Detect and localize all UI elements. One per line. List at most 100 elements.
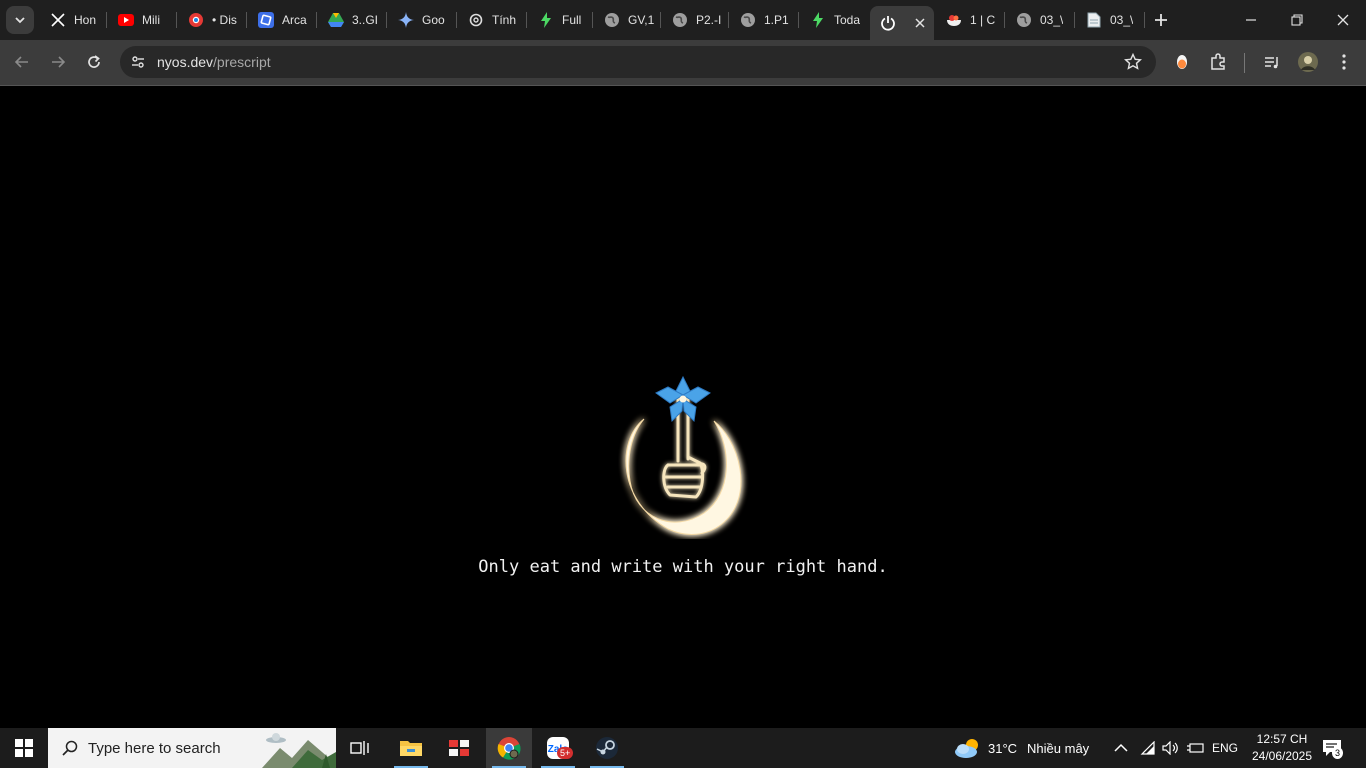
start-button[interactable] — [0, 728, 48, 768]
folder-icon — [400, 741, 422, 756]
profile-button[interactable] — [1294, 48, 1322, 76]
network-button[interactable] — [1140, 728, 1156, 768]
tab-5[interactable]: Goo — [388, 6, 456, 34]
minimize-icon — [1246, 19, 1256, 21]
show-hidden-icons-button[interactable] — [1114, 728, 1128, 768]
windows-logo-icon — [15, 739, 33, 757]
clock-date: 24/06/2025 — [1251, 749, 1313, 763]
tab-separator — [1074, 12, 1075, 28]
zalo-taskbar-button[interactable]: Zalo 5+ — [535, 728, 581, 768]
tab-separator — [798, 12, 799, 28]
tab-12-active[interactable] — [870, 6, 934, 40]
extensions-menu-button[interactable] — [1204, 48, 1232, 76]
drive-icon — [328, 12, 344, 28]
page-content: Only eat and write with your right hand. — [0, 87, 1366, 728]
clock-time: 12:57 CH — [1256, 732, 1308, 746]
tab-13[interactable]: 1 | C — [936, 6, 1004, 34]
chrome-menu-button[interactable] — [1330, 48, 1358, 76]
tab-0[interactable]: Hon — [40, 6, 106, 34]
globe-icon — [740, 12, 756, 28]
media-queue-icon — [1265, 57, 1278, 69]
extension-pill-icon — [1177, 55, 1187, 69]
minimize-button[interactable] — [1228, 0, 1274, 40]
wifi-icon — [1140, 741, 1155, 755]
task-view-button[interactable] — [337, 728, 383, 768]
input-language-button[interactable]: ENG — [1212, 728, 1238, 768]
taskbar-search-box[interactable]: Type here to search — [48, 728, 336, 768]
reload-icon — [88, 55, 100, 68]
tab-9[interactable]: P2.-I — [662, 6, 728, 34]
tab-7[interactable]: Full — [528, 6, 592, 34]
media-controls-button[interactable] — [1258, 48, 1286, 76]
tab-separator — [386, 12, 387, 28]
tab-2[interactable]: • Dis — [178, 6, 246, 34]
gemini-icon — [398, 12, 414, 28]
tab-10[interactable]: 1.P1 — [730, 6, 798, 34]
tab-strip: Hon Mili • Dis Arca 3..GI Goo Tính Full … — [0, 0, 1366, 40]
tab-1[interactable]: Mili — [108, 6, 176, 34]
kebab-menu-icon — [1342, 54, 1346, 70]
tab-4[interactable]: 3..GI — [318, 6, 386, 34]
tab-separator — [106, 12, 107, 28]
system-clock[interactable]: 12:57 CH 24/06/2025 — [1244, 731, 1320, 765]
chrome-taskbar-button[interactable] — [486, 728, 532, 768]
file-explorer-button[interactable] — [388, 728, 434, 768]
chrome-icon — [497, 737, 521, 760]
notification-count-badge: 3 — [1332, 747, 1344, 759]
toolbar-divider — [1244, 53, 1245, 73]
tab-close-button[interactable] — [912, 15, 928, 31]
arrow-right-icon — [52, 56, 66, 68]
extension-button[interactable] — [1168, 48, 1196, 76]
bookmark-star-icon[interactable] — [1123, 52, 1143, 71]
avatar — [1298, 52, 1318, 72]
close-icon — [1337, 14, 1349, 26]
tab-11[interactable]: Toda — [800, 6, 866, 34]
tab-6[interactable]: Tính — [458, 6, 526, 34]
new-tab-button[interactable] — [1150, 9, 1172, 31]
url-path: /prescript — [213, 54, 271, 70]
search-highlight-illustration-icon — [262, 733, 336, 768]
zalo-notification-badge: 5+ — [557, 747, 574, 759]
arrow-left-icon — [14, 56, 28, 68]
language-indicator: ENG — [1212, 741, 1239, 755]
x-logo-icon — [50, 12, 66, 28]
weather-widget[interactable]: 31°C Nhiều mây — [954, 728, 1089, 768]
tab-8[interactable]: GV,1 — [594, 6, 660, 34]
bolt-icon — [538, 12, 554, 28]
power-plug-icon — [1187, 743, 1204, 753]
tab-separator — [316, 12, 317, 28]
address-bar[interactable]: nyos.dev/prescript — [120, 46, 1156, 78]
openai-icon — [468, 12, 484, 28]
url-text[interactable]: nyos.dev/prescript — [157, 54, 271, 70]
action-center-button[interactable]: 3 — [1322, 728, 1344, 768]
globe-icon — [604, 12, 620, 28]
speaker-icon — [1162, 741, 1178, 755]
restore-button[interactable] — [1274, 0, 1320, 40]
close-window-button[interactable] — [1320, 0, 1366, 40]
forward-button[interactable] — [44, 48, 72, 76]
app-button[interactable] — [436, 728, 482, 768]
site-settings-icon[interactable] — [128, 52, 148, 72]
close-icon — [915, 18, 925, 28]
back-button[interactable] — [8, 48, 36, 76]
reload-button[interactable] — [80, 48, 108, 76]
battery-button[interactable] — [1186, 728, 1204, 768]
volume-button[interactable] — [1162, 728, 1180, 768]
weather-description: Nhiều mây — [1027, 740, 1090, 756]
tab-15[interactable]: 03_\ — [1076, 6, 1144, 34]
steam-taskbar-button[interactable] — [584, 728, 630, 768]
tab-separator — [728, 12, 729, 28]
tab-3[interactable]: Arca — [248, 6, 316, 34]
partly-cloudy-icon — [955, 739, 978, 758]
bolt-icon — [810, 12, 826, 28]
tab-search-button[interactable] — [6, 6, 34, 34]
restore-icon — [1291, 14, 1303, 26]
tab-separator — [1004, 12, 1005, 28]
chrome-red-icon — [188, 12, 204, 28]
tab-separator — [1144, 12, 1145, 28]
weather-temperature: 31°C — [988, 740, 1018, 756]
tab-14[interactable]: 03_\ — [1006, 6, 1074, 34]
arc-icon — [258, 12, 274, 28]
puzzle-icon — [1211, 53, 1225, 70]
search-icon — [62, 740, 78, 756]
